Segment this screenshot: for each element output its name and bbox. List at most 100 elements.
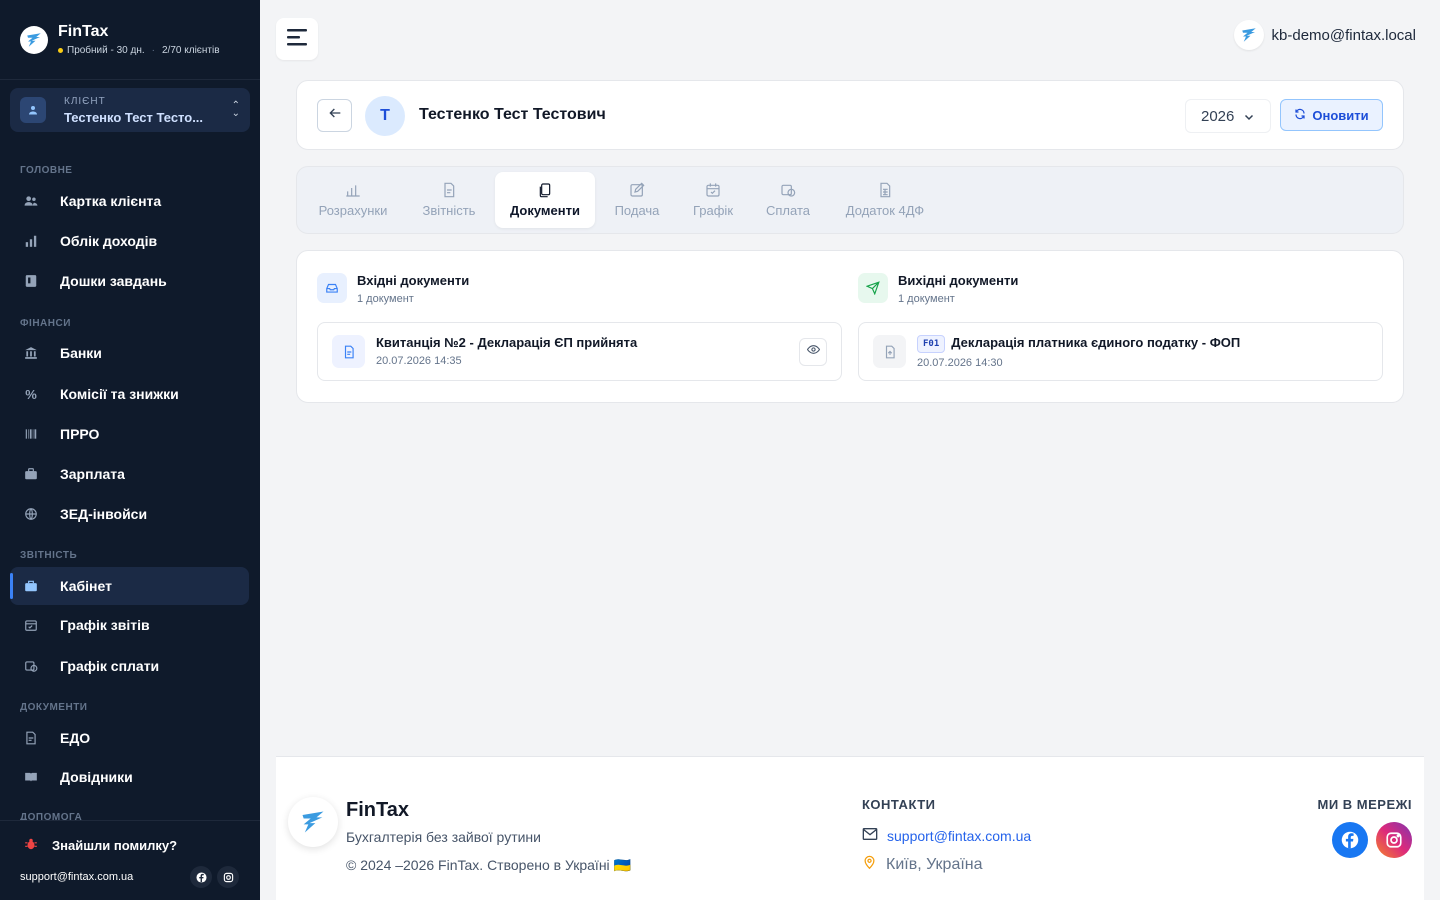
- location-text: Київ, Україна: [886, 855, 983, 873]
- sidebar-item-boards[interactable]: Дошки завдань: [10, 262, 249, 300]
- contacts-title: КОНТАКТИ: [862, 797, 936, 812]
- percent-icon: %: [25, 386, 37, 402]
- sidebar-item-client-card[interactable]: Картка клієнта: [10, 182, 249, 220]
- back-button[interactable]: [317, 99, 352, 132]
- sidebar-item-commissions[interactable]: % Комісії та знижки: [10, 375, 249, 413]
- tab-submission[interactable]: Подача: [601, 172, 673, 228]
- incoming-document-item[interactable]: Квитанція №2 - Декларація ЄП прийнята 20…: [317, 322, 842, 381]
- menu-toggle-button[interactable]: [276, 18, 318, 60]
- refresh-button[interactable]: Оновити: [1280, 99, 1383, 131]
- section-main: ГОЛОВНЕ: [20, 165, 73, 176]
- sidebar-item-label: Довідники: [60, 769, 133, 785]
- briefcase-icon: [24, 579, 38, 593]
- user-icon: [20, 97, 46, 123]
- tab-label: Сплата: [766, 203, 810, 218]
- sidebar-item-label: ЕДО: [60, 730, 91, 746]
- upload-file-icon: [873, 335, 906, 368]
- sidebar-item-label: Кабінет: [60, 578, 112, 594]
- tab-calculations[interactable]: Розрахунки: [302, 172, 404, 228]
- outgoing-count: 1 документ: [898, 293, 955, 305]
- wallet-icon: [24, 467, 38, 481]
- incoming-count: 1 документ: [357, 293, 414, 305]
- sidebar-item-cabinet[interactable]: Кабінет: [10, 567, 249, 605]
- bug-report-link[interactable]: Знайшли помилку?: [24, 837, 177, 854]
- tab-annex-4df[interactable]: Додаток 4ДФ: [830, 172, 940, 228]
- sidebar-item-label: Графік сплати: [60, 658, 160, 674]
- tab-payment[interactable]: Сплата: [753, 172, 823, 228]
- fintax-logo-icon: [20, 25, 48, 54]
- incoming-title: Вхідні документи: [357, 273, 470, 288]
- sidebar-item-report-schedule[interactable]: Графік звітів: [10, 606, 249, 644]
- form-code-badge: F01: [917, 335, 946, 353]
- chevron-down-icon: [1243, 110, 1255, 127]
- calendar-money-icon: [780, 182, 796, 198]
- arrow-left-icon: [327, 105, 343, 126]
- client-selector[interactable]: КЛІЄНТ Тестенко Тест Тесто... ⌃ ⌄: [10, 88, 250, 132]
- send-icon: [858, 273, 888, 303]
- document-date: 20.07.2026 14:30: [917, 357, 1003, 369]
- sidebar-item-zed[interactable]: ЗЕД-інвойси: [10, 495, 249, 533]
- sidebar-item-payment-schedule[interactable]: Графік сплати: [10, 647, 249, 685]
- globe-icon: [24, 507, 38, 521]
- footer-email-link[interactable]: support@fintax.com.ua: [862, 827, 1031, 844]
- sidebar-item-salary[interactable]: Зарплата: [10, 455, 249, 493]
- sidebar-item-label: Банки: [60, 345, 102, 361]
- separator-dot: ·: [151, 45, 155, 56]
- tab-label: Графік: [692, 203, 734, 218]
- menu-icon: [286, 27, 308, 52]
- calendar-check-icon: [24, 618, 38, 632]
- footer-location: Київ, Україна: [862, 854, 983, 875]
- fintax-logo-icon: [288, 797, 338, 847]
- instagram-icon[interactable]: [217, 866, 239, 888]
- facebook-icon[interactable]: [1332, 822, 1368, 858]
- incoming-header: Вхідні документи 1 документ: [317, 273, 469, 305]
- support-email-link[interactable]: support@fintax.com.ua: [20, 871, 133, 883]
- documents-icon: [537, 182, 553, 198]
- tab-label: Документи: [510, 203, 580, 218]
- tab-label: Звітність: [422, 203, 476, 218]
- section-reporting: ЗВІТНІСТЬ: [20, 550, 78, 561]
- bar-chart-icon: [345, 182, 361, 198]
- sidebar-item-references[interactable]: Довідники: [10, 758, 249, 796]
- sidebar-item-edo[interactable]: ЕДО: [10, 719, 249, 757]
- sidebar-item-label: Картка клієнта: [60, 193, 162, 209]
- users-icon: [24, 194, 38, 208]
- edit-icon: [629, 182, 645, 198]
- instagram-icon[interactable]: [1376, 822, 1412, 858]
- facebook-icon[interactable]: [190, 866, 212, 888]
- view-document-button[interactable]: [799, 338, 827, 366]
- tab-reporting[interactable]: Звітність: [408, 172, 490, 228]
- document-date: 20.07.2026 14:35: [376, 355, 462, 367]
- mail-icon: [862, 827, 878, 844]
- book-icon: [24, 770, 38, 784]
- sidebar-item-label: ПРРО: [60, 426, 100, 442]
- board-icon: [24, 274, 38, 288]
- sidebar-item-banks[interactable]: Банки: [10, 334, 249, 372]
- outgoing-document-item[interactable]: F01 Декларація платника єдиного податку -…: [858, 322, 1383, 381]
- year-value: 2026: [1201, 107, 1235, 125]
- tab-schedule[interactable]: Графік: [680, 172, 746, 228]
- user-avatar-icon: [1233, 20, 1264, 50]
- user-email: kb-demo@fintax.local: [1271, 26, 1416, 44]
- footer-brand: FinTax: [346, 799, 409, 821]
- user-menu[interactable]: kb-demo@fintax.local: [1233, 20, 1416, 50]
- client-full-name: Тестенко Тест Тестович: [419, 106, 606, 123]
- sidebar-footer: Знайшли помилку? support@fintax.com.ua: [0, 820, 260, 900]
- tab-label: Подача: [614, 203, 660, 218]
- client-kicker: КЛІЄНТ: [64, 95, 106, 107]
- document-icon: [441, 182, 457, 198]
- sidebar-item-income[interactable]: Облік доходів: [10, 222, 249, 260]
- footer-email: support@fintax.com.ua: [887, 827, 1032, 844]
- footer-tagline: Бухгалтерія без зайвої рутини: [346, 829, 541, 845]
- year-select[interactable]: 2026: [1185, 99, 1271, 133]
- sidebar-item-prro[interactable]: ПРРО: [10, 415, 249, 453]
- tab-documents[interactable]: Документи: [495, 172, 595, 228]
- footer: FinTax Бухгалтерія без зайвої рутини © 2…: [276, 756, 1424, 900]
- bar-chart-icon: [24, 234, 38, 248]
- outgoing-header: Вихідні документи 1 документ: [858, 273, 1018, 305]
- inbox-icon: [317, 273, 347, 303]
- location-pin-icon: [862, 854, 877, 875]
- sidebar-item-label: Комісії та знижки: [60, 386, 179, 402]
- tab-label: Розрахунки: [318, 203, 388, 218]
- trial-dot-icon: [58, 48, 63, 53]
